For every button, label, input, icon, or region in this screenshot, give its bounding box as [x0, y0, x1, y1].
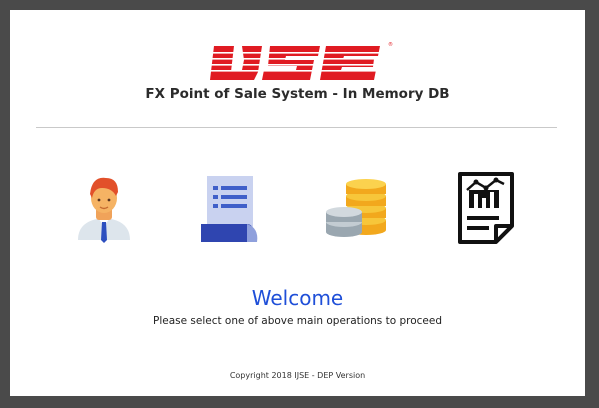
copyright-text: Copyright 2018 IJSE - DEP Version: [229, 371, 366, 380]
customer-operation-button[interactable]: [72, 170, 136, 244]
instruction-text: Please select one of above main operatio…: [152, 315, 443, 327]
report-operation-button[interactable]: [454, 170, 518, 244]
coins-icon: [326, 179, 386, 237]
report-chart-icon: [458, 172, 514, 244]
order-operation-button[interactable]: [197, 170, 261, 244]
customer-icon: [78, 177, 130, 243]
ijse-logo: [208, 42, 388, 84]
header-divider: [36, 127, 557, 128]
app-title: FX Point of Sale System - In Memory DB: [145, 86, 450, 102]
registered-mark: ®: [388, 42, 393, 48]
welcome-heading: Welcome: [251, 286, 344, 310]
order-document-icon: [201, 176, 258, 242]
main-window: ® FX Point of Sale System - In Memory DB: [10, 10, 585, 396]
item-operation-button[interactable]: [324, 170, 388, 244]
